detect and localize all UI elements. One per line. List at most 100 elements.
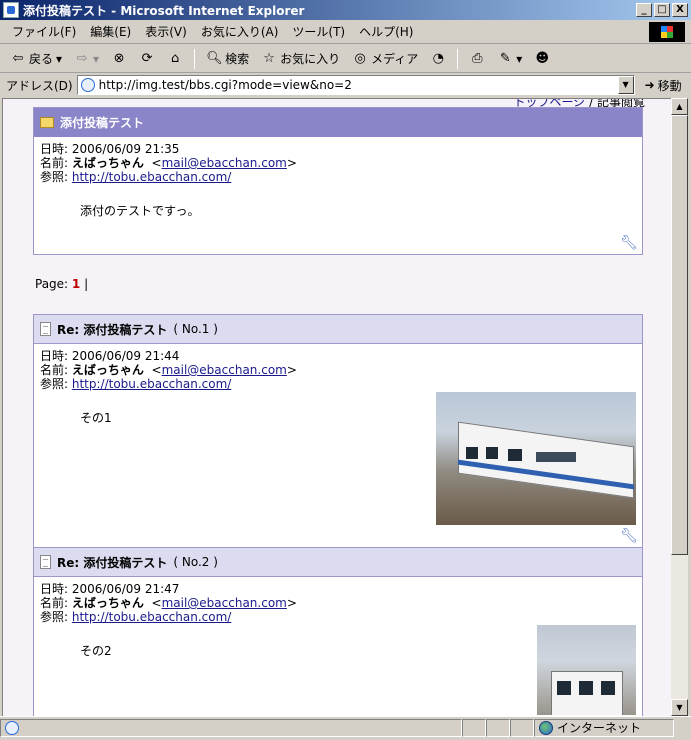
author-name: えばっちゃん xyxy=(71,596,144,610)
home-button[interactable]: ⌂ xyxy=(163,51,187,67)
train-window xyxy=(466,447,478,459)
menu-edit[interactable]: 編集(E) xyxy=(83,23,138,40)
search-icon: 🔍︎ xyxy=(206,50,223,66)
forward-dropdown-icon: ▾ xyxy=(93,51,100,66)
zone-label: インターネット xyxy=(557,721,642,735)
pager-current-page[interactable]: 1 xyxy=(72,277,80,291)
email-link[interactable]: mail@ebacchan.com xyxy=(162,156,287,170)
date-row: 日時: 2006/06/09 21:44 xyxy=(40,349,636,363)
history-button[interactable]: ◔ xyxy=(426,51,450,67)
menu-view[interactable]: 表示(V) xyxy=(138,23,194,40)
attached-train-photo[interactable] xyxy=(436,392,636,525)
main-post-title: 添付投稿テスト xyxy=(60,116,145,130)
pager-separator: | xyxy=(84,277,89,291)
edit-icon: ✎ xyxy=(499,50,511,66)
reply-body: 日時: 2006/06/09 21:47 名前: えばっちゃん <mail@eb… xyxy=(34,577,642,716)
close-button[interactable]: X xyxy=(672,3,688,17)
globe-icon xyxy=(539,720,553,735)
date-label: 日時: xyxy=(40,349,69,363)
menu-tools[interactable]: ツール(T) xyxy=(285,23,352,40)
post-date: 2006/06/09 21:35 xyxy=(71,142,180,156)
windows-logo-icon xyxy=(649,22,685,42)
train-window xyxy=(486,447,498,459)
menu-file[interactable]: ファイル(F) xyxy=(0,23,83,40)
address-dropdown-icon[interactable]: ▼ xyxy=(617,76,634,94)
train-window xyxy=(536,452,576,462)
refresh-button[interactable]: ⟳ xyxy=(135,51,159,67)
go-button[interactable]: ➜ 移動 xyxy=(645,77,682,94)
back-button[interactable]: ⇦ 戻る ▾ xyxy=(6,50,66,67)
reply-body: 日時: 2006/06/09 21:44 名前: えばっちゃん <mail@eb… xyxy=(34,344,642,548)
ref-label: 参照: xyxy=(40,377,69,391)
address-label: アドレス(D) xyxy=(6,78,73,93)
forward-button[interactable]: ⇨ ▾ xyxy=(70,51,103,67)
pager: Page: 1 | xyxy=(35,277,88,291)
go-arrow-icon: ➜ xyxy=(644,78,655,92)
toolbar: ⇦ 戻る ▾ ⇨ ▾ ⊗ ⟳ ⌂ 🔍︎ 検索 ☆ お気に入り ◎ メディア ◔ … xyxy=(0,45,691,73)
address-bar: アドレス(D) http://img.test/bbs.cgi?mode=vie… xyxy=(0,73,691,97)
scroll-down-icon[interactable]: ▼ xyxy=(671,699,688,716)
post-date: 2006/06/09 21:44 xyxy=(71,349,180,363)
search-button[interactable]: 🔍︎ 検索 xyxy=(202,50,253,67)
menu-bar: ファイル(F) 編集(E) 表示(V) お気に入り(A) ツール(T) ヘルプ(… xyxy=(0,20,691,44)
stop-button[interactable]: ⊗ xyxy=(107,51,131,67)
wrench-icon[interactable]: 🔧︎ xyxy=(620,528,638,544)
media-icon: ◎ xyxy=(354,50,366,66)
url-link[interactable]: http://tobu.ebacchan.com/ xyxy=(72,610,231,624)
scroll-thumb[interactable] xyxy=(671,115,688,555)
back-label: 戻る xyxy=(29,52,54,66)
maximize-button[interactable]: □ xyxy=(654,3,670,17)
train-window xyxy=(508,449,522,461)
toolbar-separator xyxy=(457,48,459,69)
date-row: 日時: 2006/06/09 21:35 xyxy=(40,142,636,156)
media-button[interactable]: ◎ メディア xyxy=(348,50,422,67)
attached-train-photo[interactable] xyxy=(537,625,636,715)
favorites-button[interactable]: ☆ お気に入り xyxy=(257,50,344,67)
media-label: メディア xyxy=(371,52,419,66)
email-link[interactable]: mail@ebacchan.com xyxy=(162,363,287,377)
edit-button[interactable]: ✎ ▾ xyxy=(493,51,526,67)
wrench-icon[interactable]: 🔧︎ xyxy=(620,235,638,251)
main-post-header: 添付投稿テスト xyxy=(34,108,642,137)
reply-number: ( No.2 ) xyxy=(173,555,218,569)
favorites-icon: ☆ xyxy=(263,50,275,66)
status-cell xyxy=(510,718,534,737)
refresh-icon: ⟳ xyxy=(141,50,153,66)
train-window xyxy=(601,681,615,695)
toolbar-separator xyxy=(194,48,196,69)
ref-row: 参照: http://tobu.ebacchan.com/ xyxy=(40,170,636,184)
messenger-button[interactable]: ☻ xyxy=(530,51,554,67)
menu-favorites[interactable]: お気に入り(A) xyxy=(194,23,286,40)
name-label: 名前: xyxy=(40,596,69,610)
title-bar: 添付投稿テスト - Microsoft Internet Explorer _ … xyxy=(0,0,691,20)
home-icon: ⌂ xyxy=(170,50,180,66)
scroll-up-icon[interactable]: ▲ xyxy=(671,98,688,115)
status-main xyxy=(0,718,462,737)
back-arrow-icon: ⇦ xyxy=(12,50,24,66)
address-url: http://img.test/bbs.cgi?mode=view&no=2 xyxy=(98,78,352,92)
back-dropdown-icon: ▾ xyxy=(56,51,63,66)
author-name: えばっちゃん xyxy=(71,156,144,170)
reply-header: Re: 添付投稿テスト ( No.2 ) xyxy=(34,548,642,577)
status-cell xyxy=(486,718,510,737)
url-link[interactable]: http://tobu.ebacchan.com/ xyxy=(72,377,231,391)
name-row: 名前: えばっちゃん <mail@ebacchan.com> xyxy=(40,596,297,610)
ref-label: 参照: xyxy=(40,170,69,184)
vertical-scrollbar[interactable]: ▲ ▼ xyxy=(671,98,688,716)
status-page-icon xyxy=(5,720,19,735)
menu-help[interactable]: ヘルプ(H) xyxy=(352,23,420,40)
reply-title: Re: 添付投稿テスト xyxy=(57,555,168,570)
minimize-button[interactable]: _ xyxy=(636,3,652,17)
address-input[interactable]: http://img.test/bbs.cgi?mode=view&no=2 ▼ xyxy=(76,75,635,95)
print-button[interactable]: ⎙ xyxy=(465,51,489,67)
reply-title: Re: 添付投稿テスト xyxy=(57,322,168,337)
train-window xyxy=(579,681,593,695)
email-link[interactable]: mail@ebacchan.com xyxy=(162,596,287,610)
favorites-label: お気に入り xyxy=(280,52,341,66)
name-label: 名前: xyxy=(40,363,69,377)
url-link[interactable]: http://tobu.ebacchan.com/ xyxy=(72,170,231,184)
post-date: 2006/06/09 21:47 xyxy=(71,582,180,596)
name-row: 名前: えばっちゃん <mail@ebacchan.com> xyxy=(40,156,297,170)
post-message: 添付のテストですっ。 xyxy=(80,204,200,218)
edit-dropdown-icon: ▾ xyxy=(516,51,523,66)
